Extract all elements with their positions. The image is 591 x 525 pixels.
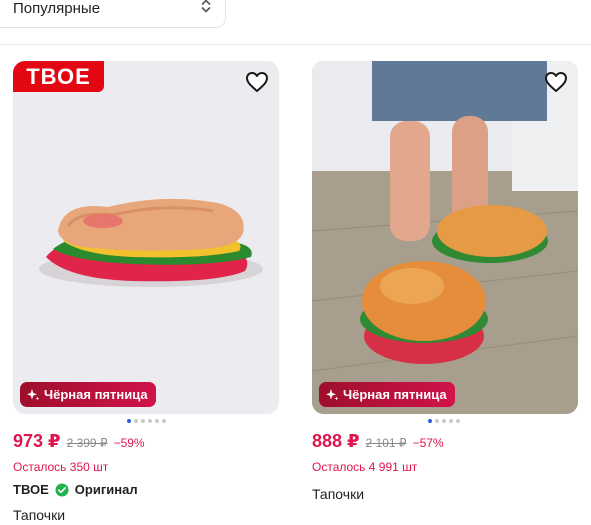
pager-dot <box>126 419 131 423</box>
pager-dot <box>449 419 453 423</box>
original-label: Оригинал <box>74 482 138 497</box>
price: 888 ₽ <box>312 431 360 451</box>
burger-slippers-product-photo <box>39 198 263 287</box>
image-pager-dots[interactable] <box>13 419 279 425</box>
heart-icon[interactable] <box>245 71 269 93</box>
product-image[interactable]: ТВОЕ Чёрная пятница <box>13 61 279 414</box>
old-price: 2 101 ₽ <box>365 436 407 450</box>
sort-chevrons-icon <box>201 0 211 13</box>
pager-dot <box>140 419 145 423</box>
pager-dot <box>428 419 432 423</box>
divider <box>0 44 591 45</box>
product-title[interactable]: Тапочки <box>312 486 578 502</box>
pager-dot <box>456 419 460 423</box>
product-image[interactable]: Чёрная пятница <box>312 61 578 414</box>
sparkle-icon <box>326 388 339 400</box>
product-card[interactable]: Чёрная пятница 888 ₽ 2 101 ₽ −57% Остало… <box>312 61 578 502</box>
pager-dot <box>133 419 138 423</box>
brand-row[interactable]: ТВОЕ Оригинал <box>13 482 279 497</box>
heart-icon[interactable] <box>544 71 568 93</box>
discount: −59% <box>113 436 145 450</box>
stock-left: Осталось 4 991 шт <box>312 460 418 474</box>
promo-badge-label: Чёрная пятница <box>44 387 148 402</box>
pager-dot <box>442 419 446 423</box>
sparkle-icon <box>27 388 40 400</box>
pager-dot <box>154 419 159 423</box>
burger-slippers-worn-photo <box>312 61 578 414</box>
promo-badge-label: Чёрная пятница <box>343 387 447 402</box>
sort-label: Популярные <box>13 0 101 17</box>
pager-dot <box>147 419 152 423</box>
product-title[interactable]: Тапочки <box>13 507 279 523</box>
price: 973 ₽ <box>13 431 61 451</box>
pager-dot <box>161 419 166 423</box>
promo-badge: Чёрная пятница <box>319 382 455 407</box>
discount: −57% <box>412 436 444 450</box>
stock-left: Осталось 350 шт <box>13 460 109 474</box>
price-row: 973 ₽ 2 399 ₽ −59% <box>13 431 279 452</box>
brand-logo-tile: ТВОЕ <box>13 61 104 92</box>
pager-dot <box>435 419 439 423</box>
price-row: 888 ₽ 2 101 ₽ −57% <box>312 431 578 452</box>
check-circle-icon <box>55 483 69 496</box>
sort-select[interactable]: Популярные <box>0 0 226 28</box>
promo-badge: Чёрная пятница <box>20 382 156 407</box>
product-card[interactable]: ТВОЕ Чёрная пятница 973 ₽ 2 399 ₽ −59% О… <box>13 61 279 523</box>
brand-name: ТВОЕ <box>13 482 49 497</box>
image-pager-dots[interactable] <box>312 419 578 425</box>
old-price: 2 399 ₽ <box>66 436 108 450</box>
